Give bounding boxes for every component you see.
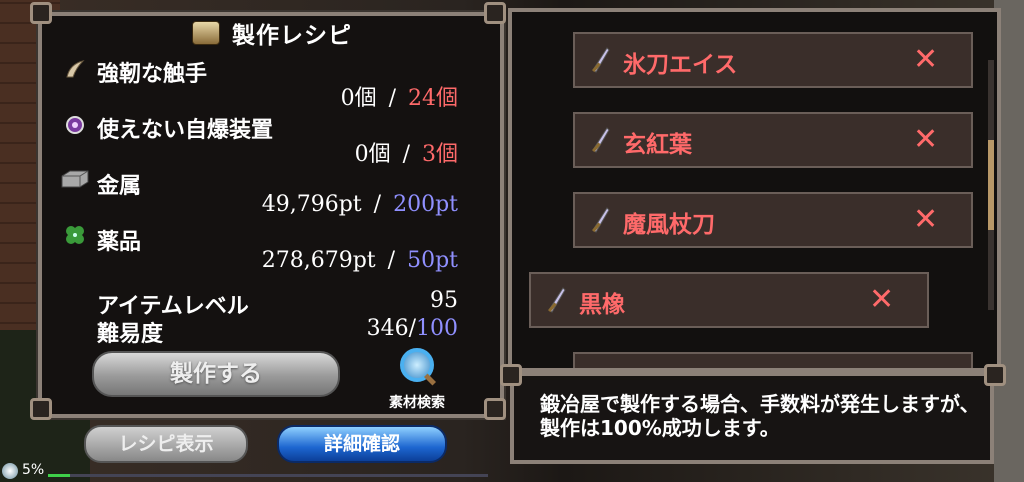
list-item[interactable]: 玄紅葉 ✕ bbox=[573, 112, 973, 168]
quantity-separator: / bbox=[387, 248, 396, 273]
status-bar: 5% bbox=[0, 460, 500, 482]
metal-ingot-icon bbox=[61, 170, 89, 188]
material-need: 24個 bbox=[408, 86, 458, 111]
material-quantity: 49,796pt / 200pt bbox=[262, 192, 458, 217]
remove-icon[interactable]: ✕ bbox=[869, 282, 894, 317]
difficulty-max: 100 bbox=[416, 316, 458, 341]
material-search-button[interactable]: 素材検索 bbox=[372, 348, 462, 412]
list-scrollbar[interactable] bbox=[988, 60, 994, 310]
craft-button[interactable]: 製作する bbox=[92, 351, 340, 397]
difficulty-current: 346/ bbox=[366, 316, 416, 341]
sword-icon bbox=[592, 207, 610, 233]
quantity-separator: / bbox=[402, 142, 410, 167]
remove-icon[interactable]: ✕ bbox=[913, 122, 938, 157]
material-quantity: 278,679pt / 50pt bbox=[262, 248, 458, 273]
recipe-title: 製作レシピ bbox=[232, 23, 352, 49]
material-name: 強靭な触手 bbox=[97, 62, 208, 87]
message-box: 鍛冶屋で製作する場合、手数料が発生しますが、製作は100%成功します。 bbox=[510, 372, 994, 464]
list-item[interactable]: 黒橡 ✕ bbox=[529, 272, 929, 328]
difficulty-label: 難易度 bbox=[97, 322, 164, 347]
sword-icon bbox=[592, 127, 610, 153]
magnifier-icon bbox=[400, 348, 434, 382]
material-have: 49,796pt bbox=[261, 192, 362, 217]
material-search-label: 素材検索 bbox=[389, 395, 445, 411]
recipe-panel: 製作レシピ 強靭な触手 0個 / 24個 使えない自爆装置 0個 / 3個 金属 49,… bbox=[36, 10, 506, 420]
material-need: 200pt bbox=[393, 192, 458, 217]
material-have: 0個 bbox=[354, 142, 391, 167]
recipe-display-button[interactable]: レシピ表示 bbox=[84, 425, 248, 463]
material-quantity: 0個 / 24個 bbox=[341, 80, 458, 112]
material-need: 50pt bbox=[407, 248, 458, 273]
recipe-title-bar: 製作レシピ bbox=[192, 16, 352, 50]
horn-icon bbox=[66, 60, 85, 78]
detail-confirm-button[interactable]: 詳細確認 bbox=[277, 425, 447, 463]
material-name: 薬品 bbox=[97, 230, 142, 255]
frame-corner-ornament bbox=[484, 398, 506, 420]
message-text: 鍛冶屋で製作する場合、手数料が発生しますが、製作は100%成功します。 bbox=[540, 392, 980, 440]
list-item[interactable]: 魔風杖刀 ✕ bbox=[573, 192, 973, 248]
sword-icon bbox=[548, 287, 566, 313]
quantity-separator: / bbox=[373, 192, 382, 217]
item-name: 氷刀エイス bbox=[623, 52, 738, 78]
frame-corner-ornament bbox=[500, 364, 522, 386]
item-name: 玄紅葉 bbox=[623, 132, 692, 158]
material-have: 278,679pt bbox=[261, 248, 376, 273]
status-progress-track bbox=[48, 474, 488, 477]
material-have: 0個 bbox=[340, 86, 377, 111]
item-list-panel: 氷刀エイス ✕ 玄紅葉 ✕ 魔風杖刀 ✕ 黒橡 ✕ bbox=[508, 8, 1001, 372]
status-percent: 5% bbox=[22, 462, 45, 478]
frame-corner-ornament bbox=[484, 2, 506, 24]
status-orb-icon bbox=[2, 463, 18, 479]
frame-corner-ornament bbox=[30, 2, 52, 24]
material-quantity: 0個 / 3個 bbox=[355, 136, 458, 168]
remove-icon[interactable]: ✕ bbox=[913, 202, 938, 237]
list-item[interactable]: 氷刀エイス ✕ bbox=[573, 32, 973, 88]
remove-icon[interactable]: ✕ bbox=[913, 42, 938, 77]
item-level-value: 95 bbox=[430, 288, 458, 313]
frame-corner-ornament bbox=[30, 398, 52, 420]
item-name: 黒橡 bbox=[579, 292, 625, 318]
material-name: 金属 bbox=[97, 174, 142, 199]
list-item-partial[interactable] bbox=[573, 352, 973, 368]
difficulty-value: 346/100 bbox=[367, 316, 458, 341]
clover-icon bbox=[66, 226, 84, 244]
item-name: 魔風杖刀 bbox=[623, 212, 715, 238]
frame-corner-ornament bbox=[984, 364, 1006, 386]
sword-icon bbox=[592, 47, 610, 73]
material-name: 使えない自爆装置 bbox=[97, 118, 274, 143]
orb-icon bbox=[66, 116, 84, 134]
material-need: 3個 bbox=[422, 142, 458, 167]
quantity-separator: / bbox=[388, 86, 396, 111]
status-progress-fill bbox=[48, 474, 70, 477]
anvil-icon bbox=[192, 21, 220, 45]
list-scrollbar-thumb[interactable] bbox=[988, 140, 994, 230]
